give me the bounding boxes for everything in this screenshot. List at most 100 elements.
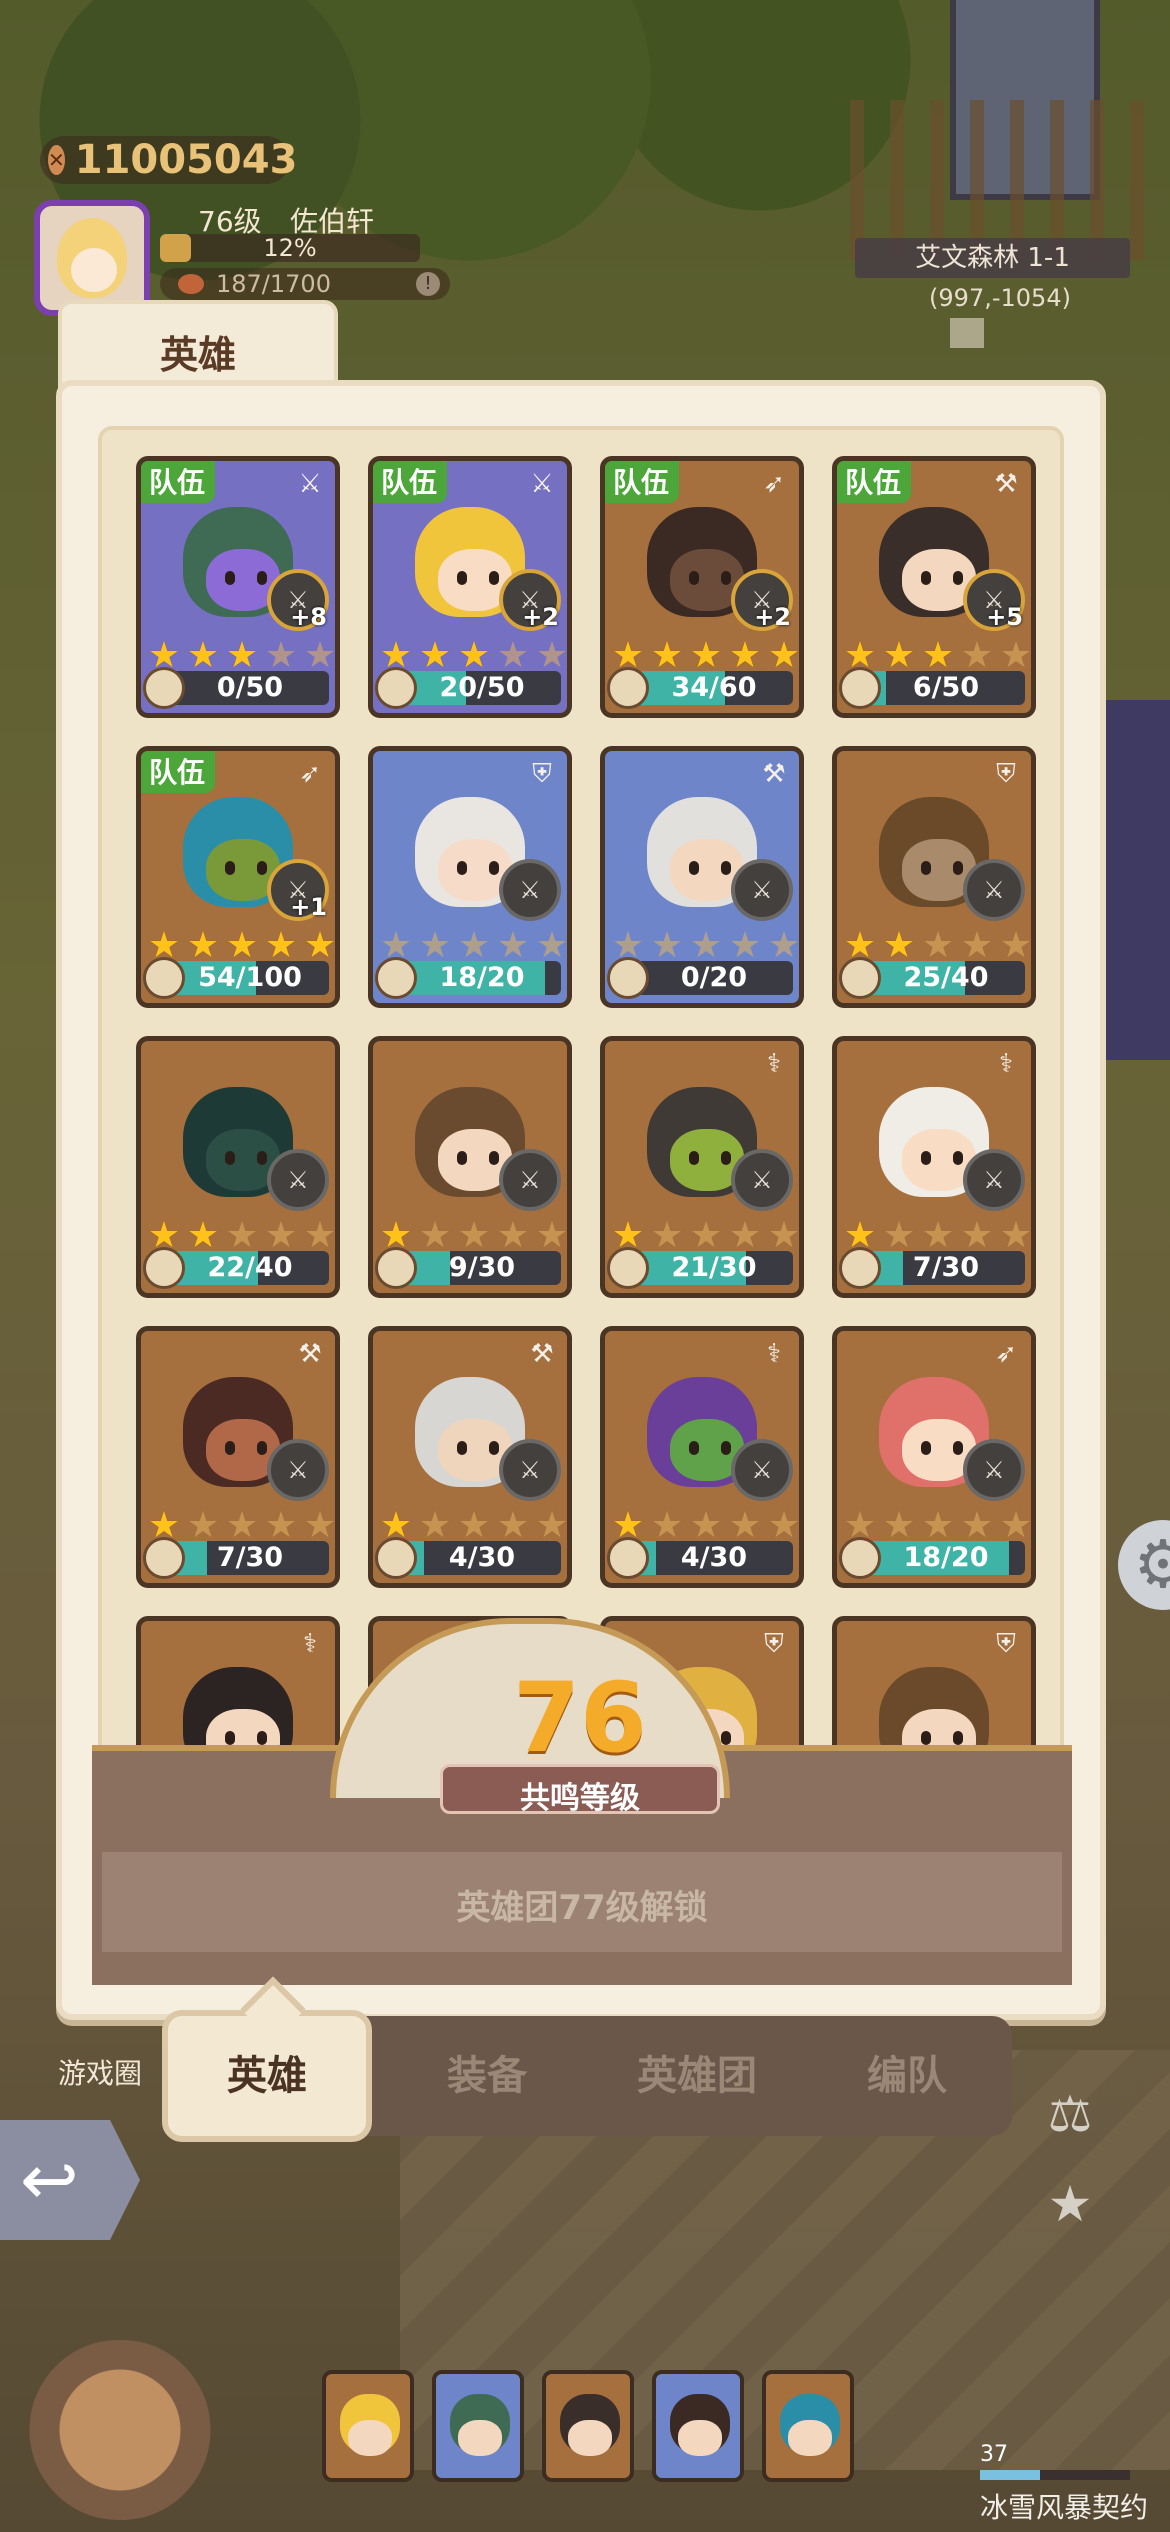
equipment-icon: ⚔ <box>963 1439 1025 1501</box>
hero-card[interactable]: ⚕ ⚔ ★ ★ ★ ★ ★ 21/30 <box>600 1036 804 1298</box>
star-icon: ★ <box>225 1215 259 1256</box>
hero-shard-icon <box>143 1537 185 1579</box>
hero-eye <box>489 861 499 875</box>
hero-eye <box>721 1151 731 1165</box>
hero-shard-icon <box>607 1537 649 1579</box>
resonance-label-plate[interactable]: 共鸣等级 <box>440 1764 720 1816</box>
shard-progress-bar: 7/30 <box>171 1541 329 1575</box>
star-icon: ★ <box>921 1505 955 1546</box>
player-avatar[interactable] <box>34 200 150 316</box>
shield-class-icon: ⛨ <box>996 1629 1016 1659</box>
ranking-icon[interactable]: ★ <box>1040 2175 1100 2235</box>
shard-progress-text: 0/50 <box>216 672 284 703</box>
hero-card[interactable]: ⚔ ★ ★ ★ ★ ★ 9/30 <box>368 1036 572 1298</box>
star-icon: ★ <box>999 1505 1033 1546</box>
hero-eye <box>721 1441 731 1455</box>
tab-hero-team[interactable]: 英雄团 <box>592 2016 802 2136</box>
hero-card[interactable]: ⚒ ⚔ ★ ★ ★ ★ ★ 4/30 <box>368 1326 572 1588</box>
party-member-slot[interactable] <box>322 2370 414 2482</box>
power-indicator: 37 <box>980 2442 1130 2480</box>
equipment-icon: ⚔ <box>731 859 793 921</box>
commander-portrait[interactable] <box>20 2340 220 2520</box>
star-icon: ★ <box>535 925 569 966</box>
hero-eye <box>489 571 499 585</box>
tab-equipment[interactable]: 装备 <box>382 2016 592 2136</box>
location-name[interactable]: 艾文森林 1-1 <box>855 238 1130 278</box>
enhance-level: +5 <box>986 603 1023 631</box>
hero-card[interactable]: ⚕ ⚔ ★ ★ ★ ★ ★ 4/30 <box>600 1326 804 1588</box>
star-icon: ★ <box>457 1215 491 1256</box>
tab-formation[interactable]: 编队 <box>802 2016 1012 2136</box>
hero-card[interactable]: ⛨ ⚔ ★ ★ ★ ★ ★ 25/40 <box>832 746 1036 1008</box>
party-member-slot[interactable] <box>762 2370 854 2482</box>
hero-eye <box>921 861 931 875</box>
star-icon: ★ <box>921 635 955 676</box>
enhance-level: +8 <box>290 603 327 631</box>
star-icon: ★ <box>457 1505 491 1546</box>
back-button[interactable]: ↩ <box>0 2120 140 2240</box>
hero-eye <box>689 571 699 585</box>
sword-class-icon: ⚔ <box>530 469 554 499</box>
hero-card[interactable]: 队伍 ➶ ⚔ +2 ★ ★ ★ ★ ★ 34/60 <box>600 456 804 718</box>
hero-eye <box>953 861 963 875</box>
info-icon[interactable]: ! <box>416 272 440 296</box>
hero-card[interactable]: ⚒ ⚔ ★ ★ ★ ★ ★ 0/20 <box>600 746 804 1008</box>
hero-eye <box>225 1151 235 1165</box>
hero-eye <box>689 1441 699 1455</box>
star-icon: ★ <box>303 1505 337 1546</box>
shard-progress-text: 22/40 <box>207 1252 293 1283</box>
staff-class-icon: ⚕ <box>302 1629 318 1659</box>
party-member-slot[interactable] <box>432 2370 524 2482</box>
star-icon: ★ <box>767 635 801 676</box>
hero-card[interactable]: 队伍 ⚔ ⚔ +2 ★ ★ ★ ★ ★ 20/50 <box>368 456 572 718</box>
gold-counter: ✕ 11005043 <box>40 136 297 184</box>
hero-card[interactable]: ⚕ ⚔ ★ ★ ★ ★ ★ 7/30 <box>832 1036 1036 1298</box>
shard-progress-text: 21/30 <box>671 1252 757 1283</box>
party-member-slot[interactable] <box>542 2370 634 2482</box>
star-icon: ★ <box>999 1215 1033 1256</box>
hero-card[interactable]: ➶ ⚔ ★ ★ ★ ★ ★ 18/20 <box>832 1326 1036 1588</box>
power-bar-fill <box>980 2470 1040 2480</box>
star-icon: ★ <box>186 1215 220 1256</box>
contract-label[interactable]: 冰雪风暴契约 <box>980 2486 1148 2526</box>
hero-eye <box>457 571 467 585</box>
scale-icon[interactable]: ⚖ <box>1040 2085 1100 2145</box>
hero-eye <box>257 861 267 875</box>
shard-progress-bar: 0/20 <box>635 961 793 995</box>
team-badge: 队伍 <box>605 461 680 503</box>
party-row <box>322 2370 862 2482</box>
star-icon: ★ <box>921 925 955 966</box>
tab-heroes[interactable]: 英雄 <box>162 2010 372 2142</box>
hero-card[interactable]: 队伍 ➶ ⚔ +1 ★ ★ ★ ★ ★ 54/100 <box>136 746 340 1008</box>
shard-progress-bar: 4/30 <box>635 1541 793 1575</box>
shield-class-icon: ⛨ <box>532 759 552 789</box>
hero-card[interactable]: ⚒ ⚔ ★ ★ ★ ★ ★ 7/30 <box>136 1326 340 1588</box>
game-circle-button[interactable]: 游戏圈 <box>40 2052 160 2092</box>
panel-title-tab: 英雄 <box>58 300 338 390</box>
star-icon: ★ <box>535 1215 569 1256</box>
shard-progress-bar: 34/60 <box>635 671 793 705</box>
hero-card[interactable]: 队伍 ⚔ ⚔ +8 ★ ★ ★ ★ ★ 0/50 <box>136 456 340 718</box>
party-member-slot[interactable] <box>652 2370 744 2482</box>
party-member-face <box>568 2420 612 2456</box>
shard-progress-text: 34/60 <box>671 672 757 703</box>
star-icon: ★ <box>767 925 801 966</box>
hero-eye <box>721 861 731 875</box>
stamina-counter[interactable]: 187/1700 ! <box>160 268 450 300</box>
meat-icon <box>178 274 204 294</box>
hero-eye <box>689 861 699 875</box>
hero-shard-icon <box>143 667 185 709</box>
hero-eye <box>721 571 731 585</box>
hero-shard-icon <box>839 667 881 709</box>
star-icon: ★ <box>418 1215 452 1256</box>
hero-shard-icon <box>143 957 185 999</box>
hero-card[interactable]: 队伍 ⚒ ⚔ +5 ★ ★ ★ ★ ★ 6/50 <box>832 456 1036 718</box>
star-icon: ★ <box>303 925 337 966</box>
hero-eye <box>921 1151 931 1165</box>
shard-progress-bar: 18/20 <box>403 961 561 995</box>
hero-card[interactable]: ⛨ ⚔ ★ ★ ★ ★ ★ 18/20 <box>368 746 572 1008</box>
hero-card[interactable]: ⚔ ★ ★ ★ ★ ★ 22/40 <box>136 1036 340 1298</box>
party-member-face <box>458 2420 502 2456</box>
hero-eye <box>953 1731 963 1745</box>
unlock-strip: 英雄团77级解锁 <box>102 1852 1062 1952</box>
